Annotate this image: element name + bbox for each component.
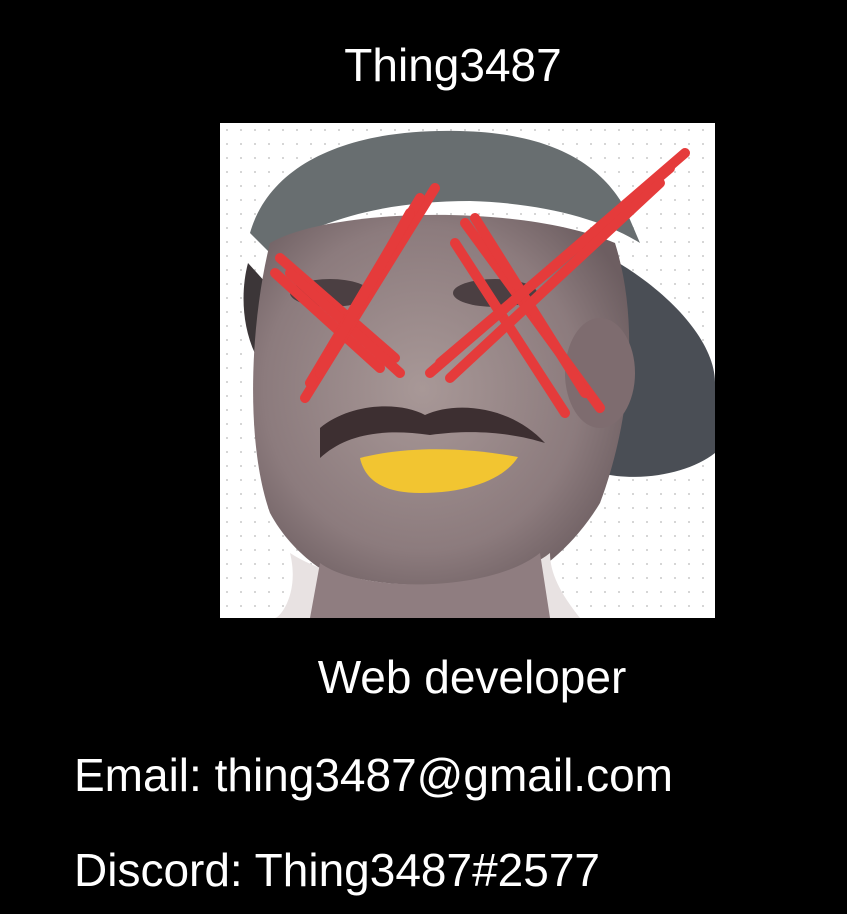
email-line: Email: thing3487@gmail.com bbox=[74, 748, 673, 802]
email-label: Email: bbox=[74, 749, 202, 801]
doodled-face-photo bbox=[220, 123, 715, 618]
discord-label: Discord: bbox=[74, 844, 243, 896]
avatar bbox=[220, 123, 715, 618]
discord-value: Thing3487#2577 bbox=[254, 844, 600, 896]
discord-line: Discord: Thing3487#2577 bbox=[74, 843, 600, 897]
email-value: thing3487@gmail.com bbox=[214, 749, 673, 801]
role-text: Web developer bbox=[317, 651, 627, 703]
username-heading: Thing3487 bbox=[344, 39, 562, 91]
